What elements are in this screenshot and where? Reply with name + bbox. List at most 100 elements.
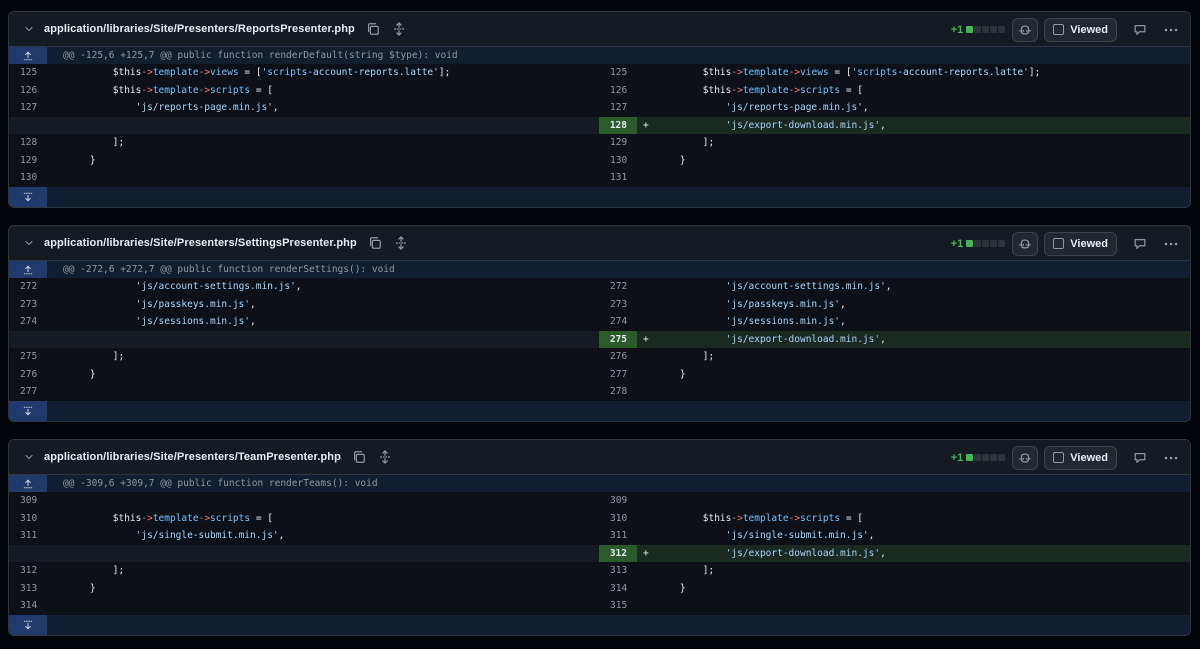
right-line: 309	[599, 492, 1190, 510]
line-number[interactable]: 277	[9, 383, 47, 401]
line-number[interactable]: 272	[9, 278, 47, 296]
right-line: 273 'js/passkeys.min.js',	[599, 296, 1190, 314]
code-line: 'js/single-submit.min.js',	[135, 530, 285, 541]
line-marker	[637, 510, 657, 528]
kebab-menu-icon[interactable]	[1159, 18, 1183, 42]
expand-up-icon[interactable]	[9, 475, 47, 492]
line-number[interactable]: 272	[599, 278, 637, 296]
expand-all-icon[interactable]	[393, 235, 409, 251]
left-line: 130	[9, 169, 599, 187]
line-number[interactable]: 130	[9, 169, 47, 187]
code-line: }	[67, 154, 96, 166]
comment-icon[interactable]	[1128, 446, 1152, 470]
right-line: 275 + 'js/export-download.min.js',	[599, 330, 1190, 348]
line-number[interactable]: 277	[599, 366, 637, 384]
line-number[interactable]: 129	[9, 152, 47, 170]
line-number[interactable]: 130	[599, 152, 637, 170]
line-number[interactable]: 127	[599, 99, 637, 117]
line-marker	[637, 134, 657, 152]
line-marker	[637, 366, 657, 384]
copy-icon[interactable]	[351, 449, 367, 465]
left-line	[9, 544, 599, 562]
line-number[interactable]: 275	[599, 330, 637, 348]
expand-up-icon[interactable]	[9, 261, 47, 278]
line-number[interactable]: 315	[599, 597, 637, 615]
chevron-down-icon[interactable]	[22, 236, 36, 250]
code-line: ];	[67, 351, 125, 362]
line-number[interactable]: 310	[599, 510, 637, 528]
expand-all-icon[interactable]	[377, 449, 393, 465]
line-number[interactable]: 125	[9, 64, 47, 82]
line-number[interactable]: 311	[599, 527, 637, 545]
line-number[interactable]: 276	[9, 366, 47, 384]
line-number[interactable]: 131	[599, 169, 637, 187]
line-number[interactable]: 309	[9, 492, 47, 510]
comment-icon[interactable]	[1128, 232, 1152, 256]
line-number[interactable]: 313	[9, 580, 47, 598]
diffstat-count: +1	[950, 23, 964, 36]
line-number[interactable]: 128	[599, 116, 637, 134]
diffstat-neutral-square	[982, 454, 990, 461]
line-number[interactable]: 125	[599, 64, 637, 82]
line-marker	[47, 527, 67, 545]
line-number[interactable]: 273	[9, 296, 47, 314]
file-header: application/libraries/Site/Presenters/Se…	[9, 226, 1190, 261]
line-number[interactable]: 278	[599, 383, 637, 401]
viewed-checkbox-button[interactable]: Viewed	[1044, 17, 1117, 42]
copilot-icon[interactable]	[1012, 445, 1039, 470]
copilot-icon[interactable]	[1012, 231, 1039, 256]
copilot-icon[interactable]	[1012, 17, 1039, 42]
copy-icon[interactable]	[367, 235, 383, 251]
kebab-menu-icon[interactable]	[1159, 446, 1183, 470]
code-line: ];	[67, 565, 125, 576]
diff-row: 275 + 'js/export-download.min.js',	[9, 330, 1190, 348]
line-number[interactable]: 309	[599, 492, 637, 510]
line-number[interactable]: 274	[9, 313, 47, 331]
line-marker	[637, 64, 657, 82]
line-number[interactable]: 312	[9, 562, 47, 580]
kebab-menu-icon[interactable]	[1159, 232, 1183, 256]
line-number[interactable]: 312	[599, 544, 637, 562]
line-number[interactable]: 126	[599, 82, 637, 100]
copy-icon[interactable]	[365, 21, 381, 37]
right-line: 130 }	[599, 152, 1190, 170]
line-number[interactable]: 276	[599, 348, 637, 366]
line-number[interactable]: 314	[9, 597, 47, 615]
line-number[interactable]: 313	[599, 562, 637, 580]
chevron-down-icon[interactable]	[22, 450, 36, 464]
line-number[interactable]: 274	[599, 313, 637, 331]
expander-row	[9, 400, 1190, 421]
expand-all-icon[interactable]	[391, 21, 407, 37]
line-number[interactable]: 126	[9, 82, 47, 100]
line-number[interactable]: 128	[9, 134, 47, 152]
line-marker	[47, 134, 67, 152]
diff-row: 312 ]; 313 ];	[9, 562, 1190, 580]
line-number[interactable]: 273	[599, 296, 637, 314]
expand-down-icon[interactable]	[9, 400, 47, 421]
code-line: 'js/export-download.min.js',	[725, 547, 886, 559]
header-actions: +1 Viewed	[951, 440, 1190, 475]
expand-down-icon[interactable]	[9, 614, 47, 635]
chevron-down-icon[interactable]	[22, 22, 36, 36]
viewed-checkbox-button[interactable]: Viewed	[1044, 231, 1117, 256]
file-path[interactable]: application/libraries/Site/Presenters/Te…	[44, 451, 341, 463]
viewed-checkbox-button[interactable]: Viewed	[1044, 445, 1117, 470]
line-marker	[637, 383, 657, 401]
line-marker	[637, 492, 657, 510]
code-line: 'js/single-submit.min.js',	[725, 530, 875, 541]
file-path[interactable]: application/libraries/Site/Presenters/Re…	[44, 23, 355, 35]
line-number[interactable]: 275	[9, 348, 47, 366]
file-header: application/libraries/Site/Presenters/Te…	[9, 440, 1190, 475]
expand-up-icon[interactable]	[9, 47, 47, 64]
code-line: ];	[657, 565, 715, 576]
line-number[interactable]: 310	[9, 510, 47, 528]
file-path[interactable]: application/libraries/Site/Presenters/Se…	[44, 237, 357, 249]
line-number[interactable]: 129	[599, 134, 637, 152]
line-number[interactable]: 314	[599, 580, 637, 598]
line-number[interactable]: 311	[9, 527, 47, 545]
expand-down-icon[interactable]	[9, 186, 47, 207]
diff-row: 125 $this->template->views = ['scripts-a…	[9, 64, 1190, 82]
comment-icon[interactable]	[1128, 18, 1152, 42]
line-number[interactable]: 127	[9, 99, 47, 117]
code-line: ];	[657, 137, 715, 148]
